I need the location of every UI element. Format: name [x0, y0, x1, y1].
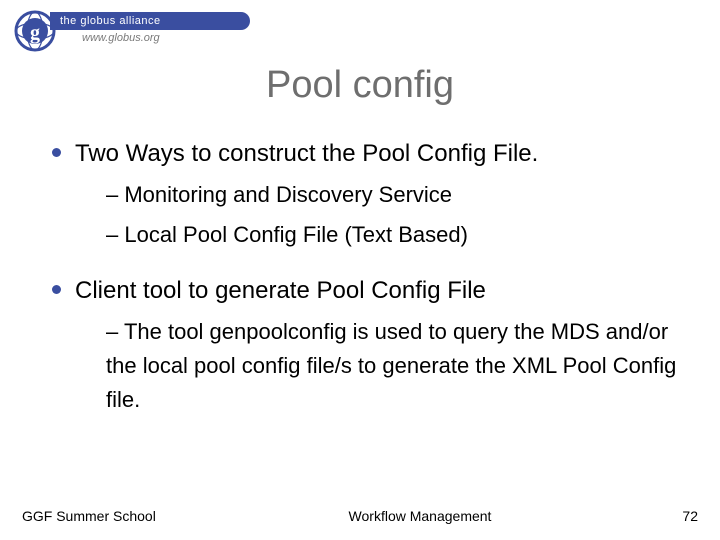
sub-bullet-text: – The tool genpoolconfig is used to quer…	[106, 315, 680, 417]
sub-bullet-text: – Monitoring and Discovery Service	[106, 178, 680, 212]
slide-content: Two Ways to construct the Pool Config Fi…	[52, 132, 680, 423]
svg-text:g: g	[30, 22, 40, 44]
sub-bullet-item: – Monitoring and Discovery Service	[106, 178, 680, 212]
logo-band-text: the globus alliance	[50, 12, 250, 30]
bullet-item: Client tool to generate Pool Config File	[52, 275, 680, 307]
slide-title: Pool config	[0, 64, 720, 107]
bullet-text: Client tool to generate Pool Config File	[75, 275, 486, 307]
bullet-item: Two Ways to construct the Pool Config Fi…	[52, 138, 680, 170]
logo-sub-text: www.globus.org	[82, 32, 160, 44]
logo: g the globus alliance www.globus.org	[12, 8, 252, 56]
sub-bullet-item: – The tool genpoolconfig is used to quer…	[106, 315, 680, 417]
bullet-dot-icon	[52, 285, 61, 294]
sub-bullet-text: – Local Pool Config File (Text Based)	[106, 218, 680, 252]
bullet-text: Two Ways to construct the Pool Config Fi…	[75, 138, 538, 170]
footer-center: Workflow Management	[222, 508, 618, 524]
sub-bullet-item: – Local Pool Config File (Text Based)	[106, 218, 680, 252]
footer: GGF Summer School Workflow Management 72	[22, 508, 698, 524]
bullet-dot-icon	[52, 148, 61, 157]
footer-page-number: 72	[618, 508, 698, 524]
footer-left: GGF Summer School	[22, 508, 222, 524]
